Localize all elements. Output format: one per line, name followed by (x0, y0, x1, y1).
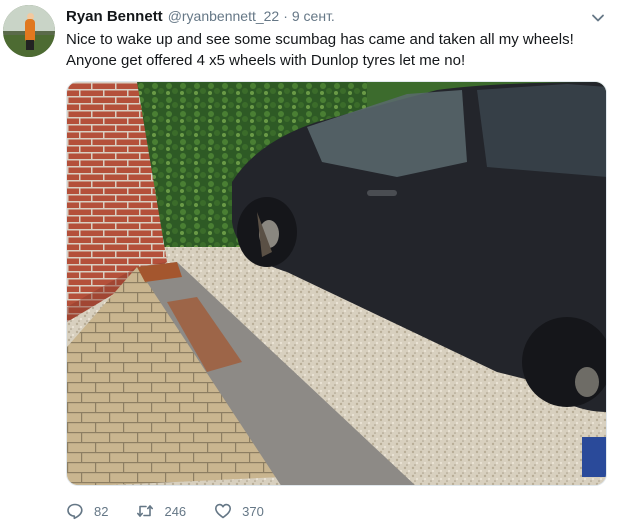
header-separator: · (283, 8, 288, 24)
tweet-text-line: Anyone get offered 4 x5 wheels with Dunl… (66, 52, 466, 69)
tweet-actions: 82 246 370 (66, 500, 292, 522)
retweet-button[interactable]: 246 (136, 502, 186, 520)
tweet-text-line: Nice to wake up and see some scumbag has… (66, 31, 574, 48)
tweet-photo[interactable] (66, 81, 607, 486)
retweet-count: 246 (164, 503, 187, 519)
avatar-legs (26, 40, 34, 50)
tweet-header: Ryan Bennett @ryanbennett_22 · 9 сент. (66, 8, 335, 28)
like-count: 370 (242, 503, 264, 519)
reply-count: 82 (94, 503, 109, 519)
tweet-text: Nice to wake up and see some scumbag has… (66, 29, 606, 71)
tweet-date[interactable]: 9 сент. (292, 8, 335, 24)
retweet-icon (137, 505, 154, 517)
reply-icon (67, 503, 83, 520)
reply-button[interactable]: 82 (66, 502, 108, 520)
author-name[interactable]: Ryan Bennett (66, 8, 163, 25)
like-button[interactable]: 370 (214, 502, 264, 520)
tweet: Ryan Bennett @ryanbennett_22 · 9 сент. N… (0, 0, 620, 529)
avatar[interactable] (3, 5, 55, 57)
photo-car-missing-wheels (67, 82, 606, 485)
avatar-figure (25, 19, 35, 41)
heart-icon (215, 503, 232, 519)
author-handle[interactable]: @ryanbennett_22 (168, 8, 280, 24)
chevron-down-icon[interactable] (590, 10, 606, 26)
